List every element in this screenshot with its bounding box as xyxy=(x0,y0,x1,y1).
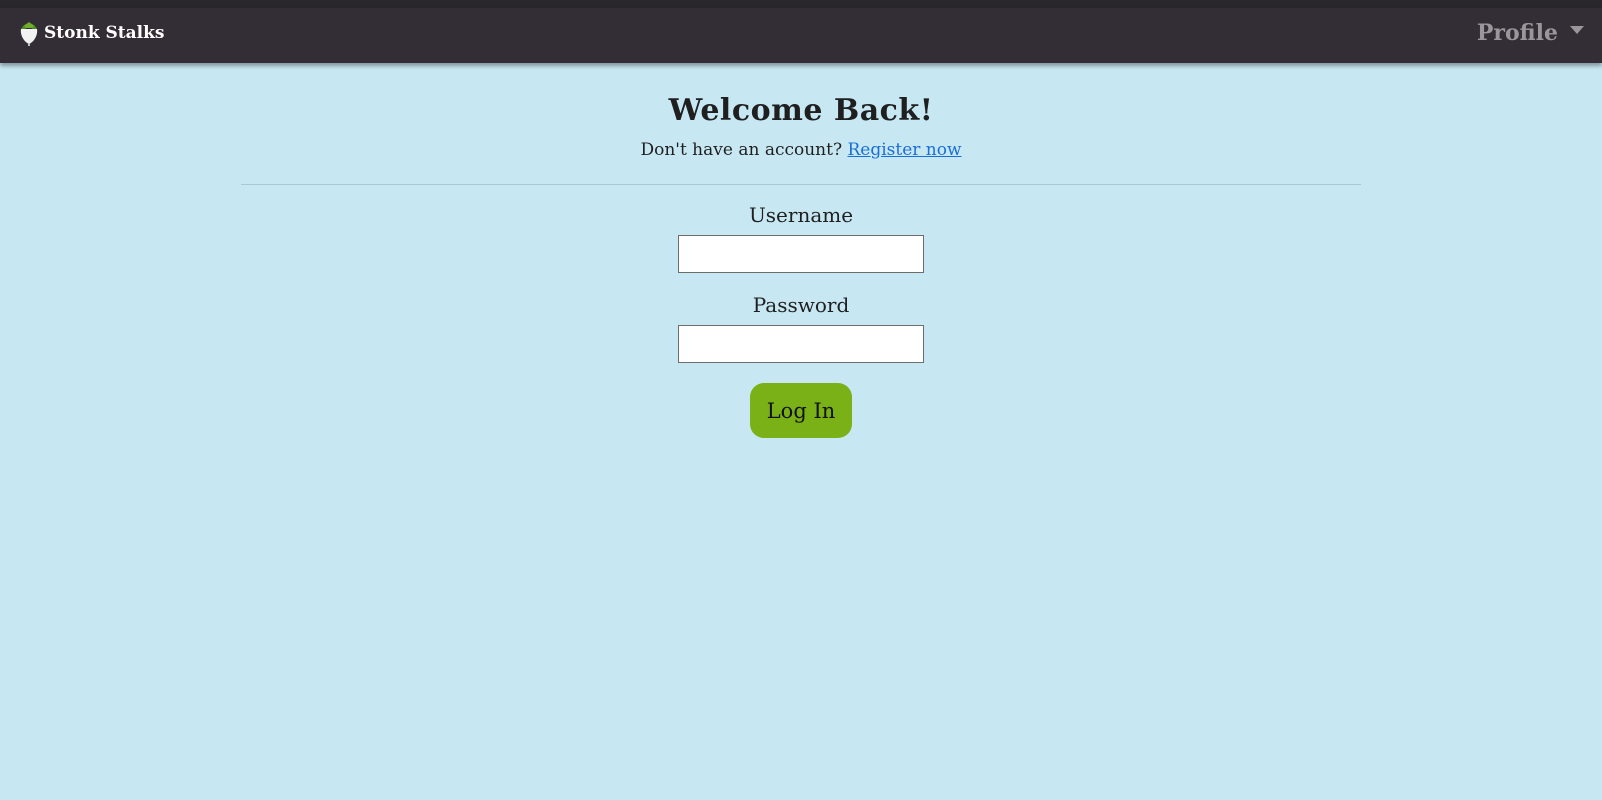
login-form: Username Password Log In xyxy=(0,203,1602,438)
login-panel: Welcome Back! Don't have an account? Reg… xyxy=(0,63,1602,438)
register-prompt-text: Don't have an account? xyxy=(640,140,843,160)
brand-name: Stonk Stalks xyxy=(44,23,165,43)
profile-dropdown[interactable]: Profile xyxy=(1477,20,1584,46)
register-link[interactable]: Register now xyxy=(847,140,961,160)
navbar: Stonk Stalks Profile xyxy=(0,8,1602,63)
window-top-strip xyxy=(0,0,1602,8)
brand-link[interactable]: Stonk Stalks xyxy=(18,20,164,46)
profile-label: Profile xyxy=(1476,20,1558,46)
turnip-icon xyxy=(18,20,40,46)
divider xyxy=(241,184,1361,185)
login-button[interactable]: Log In xyxy=(750,383,852,438)
username-input[interactable] xyxy=(678,235,924,273)
caret-down-icon xyxy=(1570,26,1584,34)
register-prompt: Don't have an account? Register now xyxy=(0,140,1602,160)
password-label: Password xyxy=(752,293,850,317)
password-input[interactable] xyxy=(678,325,924,363)
page-title: Welcome Back! xyxy=(668,93,934,128)
username-label: Username xyxy=(748,203,854,227)
